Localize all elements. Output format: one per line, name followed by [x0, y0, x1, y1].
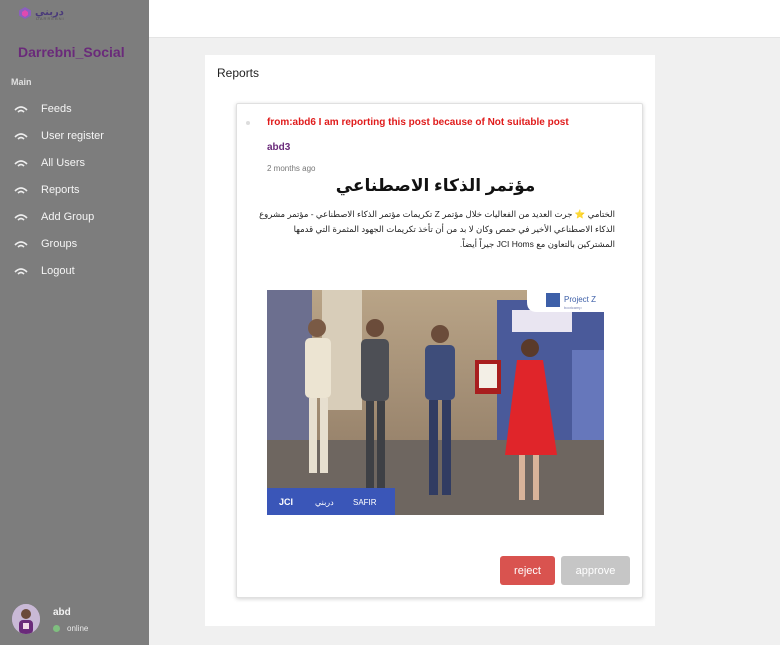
sidebar-item-all-users[interactable]: All Users: [0, 149, 149, 176]
signal-icon: [14, 213, 28, 221]
top-header: [149, 0, 780, 38]
sidebar-item-label: All Users: [41, 156, 86, 169]
user-avatar-icon: [12, 604, 40, 634]
report-card: from:abd6 I am reporting this post becau…: [236, 103, 643, 598]
sidebar-nav: Feeds User register All Users Reports Ad…: [0, 95, 149, 284]
signal-icon: [14, 159, 28, 167]
sidebar-item-label: Groups: [41, 237, 78, 250]
user-panel[interactable]: abd online: [12, 604, 142, 638]
post-timestamp: 2 months ago: [267, 164, 316, 173]
sidebar-item-label: Feeds: [41, 102, 72, 115]
bullet-icon: [246, 121, 250, 125]
reports-panel: Reports from:abd6 I am reporting this po…: [205, 55, 655, 626]
post-image[interactable]: Project Z bootcamp JCI دربني SAFIR: [267, 290, 604, 515]
page-title: Reports: [217, 66, 260, 80]
brand-title[interactable]: Darrebni_Social: [18, 44, 125, 60]
sidebar-item-label: User register: [41, 129, 104, 142]
sidebar-item-logout[interactable]: Logout: [0, 257, 149, 284]
signal-icon: [14, 105, 28, 113]
approve-button[interactable]: approve: [561, 556, 630, 585]
banner-logo-jci: JCI: [279, 497, 293, 507]
sidebar-item-label: Reports: [41, 183, 80, 196]
logo-subtext: DARREBNI: [36, 16, 65, 21]
sidebar-item-label: Logout: [41, 264, 75, 277]
signal-icon: [14, 240, 28, 248]
user-status: online: [67, 624, 89, 633]
post-body: الختامي ⭐ جرت العديد من الفعاليات خلال م…: [259, 209, 615, 249]
online-status-icon: [53, 625, 60, 632]
banner-logo-safir: SAFIR: [353, 498, 377, 507]
sidebar-item-user-register[interactable]: User register: [0, 122, 149, 149]
avatar: [12, 604, 40, 634]
sidebar-item-feeds[interactable]: Feeds: [0, 95, 149, 122]
reject-button[interactable]: reject: [500, 556, 555, 585]
section-label-main: Main: [11, 77, 32, 87]
badge-text: Project Z: [564, 295, 596, 304]
sidebar-item-groups[interactable]: Groups: [0, 230, 149, 257]
signal-icon: [14, 267, 28, 275]
sidebar-item-label: Add Group: [41, 210, 95, 223]
logo-icon: [19, 7, 31, 19]
post-title: مؤتمر الذكاء الاصطناعي: [335, 176, 536, 195]
post-author[interactable]: abd3: [267, 142, 290, 153]
badge-subtext: bootcamp: [564, 305, 582, 310]
user-name: abd: [53, 607, 71, 618]
sidebar-item-add-group[interactable]: Add Group: [0, 203, 149, 230]
post-photo: Project Z bootcamp JCI دربني SAFIR: [267, 290, 604, 515]
signal-icon: [14, 132, 28, 140]
banner-logo-darrebni: دربني: [315, 498, 334, 507]
report-reason: from:abd6 I am reporting this post becau…: [267, 117, 569, 128]
sidebar: دربني DARREBNI Darrebni_Social Main Feed…: [0, 0, 149, 645]
signal-icon: [14, 186, 28, 194]
sidebar-item-reports[interactable]: Reports: [0, 176, 149, 203]
